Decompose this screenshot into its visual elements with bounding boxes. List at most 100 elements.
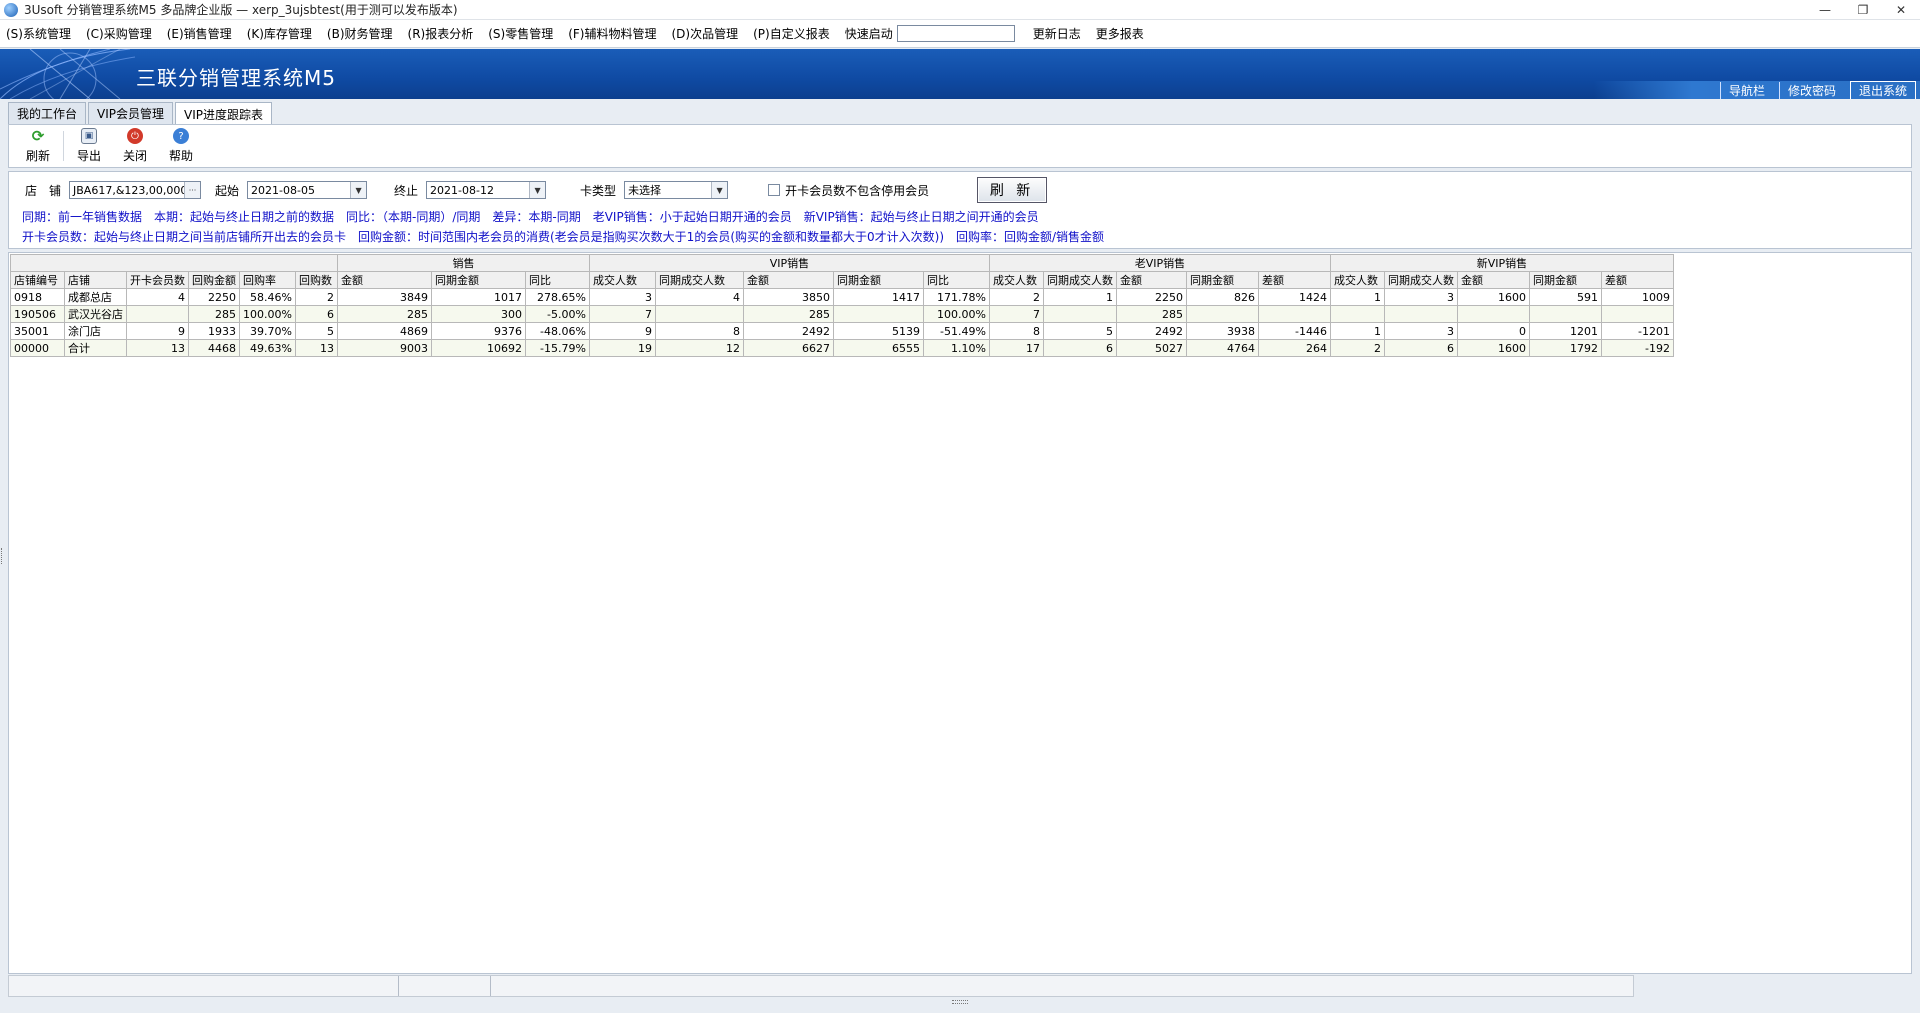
table-cell[interactable]: 4869 xyxy=(336,322,432,340)
table-cell[interactable]: 1201 xyxy=(1528,322,1602,340)
table-row[interactable]: 35001 涂门店 9 1933 39.70% 5 4869 9376 -48.06% 9 8 249… xyxy=(10,322,1674,340)
column-header[interactable]: 金额 xyxy=(336,271,432,289)
table-cell[interactable]: 190506 xyxy=(10,305,65,323)
table-cell[interactable]: 100.00% xyxy=(239,305,296,323)
column-header[interactable]: 金额 xyxy=(1115,271,1187,289)
table-cell[interactable]: 278.65% xyxy=(524,288,590,306)
table-cell[interactable]: 9 xyxy=(588,322,656,340)
table-cell[interactable]: 285 xyxy=(742,305,834,323)
menu-materials[interactable]: (F)辅料物料管理 xyxy=(568,25,656,42)
table-cell[interactable]: 1417 xyxy=(832,288,924,306)
minimize-icon[interactable]: — xyxy=(1806,0,1844,20)
column-header[interactable]: 店铺编号 xyxy=(10,271,65,289)
table-cell[interactable]: 成都总店 xyxy=(64,288,127,306)
table-cell[interactable]: 4 xyxy=(126,288,189,306)
table-cell[interactable]: 10692 xyxy=(430,339,526,357)
logout-link[interactable]: 退出系统 xyxy=(1849,80,1916,99)
menu-finance[interactable]: (B)财务管理 xyxy=(327,25,393,42)
table-cell[interactable]: 7 xyxy=(588,305,656,323)
quick-launch-input[interactable] xyxy=(896,25,1015,42)
table-cell[interactable]: 6 xyxy=(294,305,338,323)
column-header[interactable]: 同比 xyxy=(922,271,990,289)
column-header[interactable]: 同期金额 xyxy=(430,271,526,289)
close-window-icon[interactable]: ✕ xyxy=(1882,0,1920,20)
splitter-grip[interactable] xyxy=(952,1000,968,1004)
menu-purchase[interactable]: (C)采购管理 xyxy=(86,25,152,42)
chevron-down-icon[interactable]: ▼ xyxy=(711,182,728,198)
table-cell[interactable] xyxy=(832,305,924,323)
end-date-field[interactable]: 2021-08-12 ▼ xyxy=(426,181,547,199)
table-cell[interactable]: 39.70% xyxy=(239,322,296,340)
chevron-down-icon[interactable]: ▼ xyxy=(529,182,546,198)
table-cell[interactable]: 2492 xyxy=(1115,322,1187,340)
table-cell[interactable]: 5027 xyxy=(1115,339,1187,357)
tab-vip-management[interactable]: VIP会员管理 xyxy=(88,102,174,124)
store-field[interactable]: JBA617,&123,00,000 ··· xyxy=(69,181,202,199)
table-cell[interactable]: 9003 xyxy=(336,339,432,357)
table-cell[interactable]: -51.49% xyxy=(922,322,990,340)
table-cell[interactable]: -48.06% xyxy=(524,322,590,340)
table-cell[interactable]: 35001 xyxy=(10,322,65,340)
column-header[interactable]: 成交人数 xyxy=(588,271,656,289)
table-cell[interactable]: 19 xyxy=(588,339,656,357)
table-cell[interactable]: 49.63% xyxy=(239,339,296,357)
table-cell[interactable]: 12 xyxy=(654,339,744,357)
table-cell[interactable]: 3938 xyxy=(1185,322,1259,340)
restore-icon[interactable]: ❐ xyxy=(1844,0,1882,20)
table-cell[interactable]: 826 xyxy=(1185,288,1259,306)
table-cell[interactable]: -192 xyxy=(1600,339,1674,357)
change-password-link[interactable]: 修改密码 xyxy=(1778,81,1844,99)
table-cell[interactable]: 5139 xyxy=(832,322,924,340)
column-header[interactable]: 差额 xyxy=(1600,271,1674,289)
column-header[interactable]: 开卡会员数 xyxy=(126,271,189,289)
table-cell[interactable]: 1 xyxy=(1042,288,1117,306)
table-cell[interactable]: 1600 xyxy=(1456,339,1530,357)
table-cell[interactable]: 1017 xyxy=(430,288,526,306)
more-reports-link[interactable]: 更多报表 xyxy=(1096,25,1144,42)
column-header[interactable]: 差额 xyxy=(1257,271,1331,289)
table-cell[interactable] xyxy=(1257,305,1331,323)
table-cell[interactable]: -5.00% xyxy=(524,305,590,323)
table-cell[interactable]: -15.79% xyxy=(524,339,590,357)
table-cell[interactable] xyxy=(1528,305,1602,323)
table-cell[interactable]: 3 xyxy=(1383,322,1458,340)
refresh-toolbar-button[interactable]: ⟳ 刷新 xyxy=(15,127,61,164)
tab-vip-progress[interactable]: VIP进度跟踪表 xyxy=(175,102,273,125)
column-header[interactable]: 同期成交人数 xyxy=(654,271,744,289)
update-log-link[interactable]: 更新日志 xyxy=(1033,25,1081,42)
table-cell[interactable]: 武汉光谷店 xyxy=(64,305,127,323)
table-cell[interactable]: 0 xyxy=(1456,322,1530,340)
table-cell[interactable]: 7 xyxy=(988,305,1044,323)
table-cell[interactable]: 6 xyxy=(1383,339,1458,357)
column-header[interactable]: 同期成交人数 xyxy=(1383,271,1458,289)
table-cell[interactable]: 8 xyxy=(654,322,744,340)
table-row[interactable]: 190506 武汉光谷店 285 100.00% 6 285 300 -5.00% 7 285 10… xyxy=(10,305,1674,323)
column-header[interactable]: 同期成交人数 xyxy=(1042,271,1117,289)
table-cell[interactable]: 6 xyxy=(1042,339,1117,357)
table-cell[interactable] xyxy=(1329,305,1385,323)
table-cell[interactable]: 17 xyxy=(988,339,1044,357)
refresh-query-button[interactable]: 刷 新 xyxy=(977,177,1048,203)
table-cell[interactable]: 2 xyxy=(1329,339,1385,357)
table-cell[interactable]: 1600 xyxy=(1456,288,1530,306)
column-header[interactable]: 同比 xyxy=(524,271,590,289)
tab-workbench[interactable]: 我的工作台 xyxy=(8,102,87,124)
table-cell[interactable]: 3850 xyxy=(742,288,834,306)
table-cell[interactable]: 2 xyxy=(988,288,1044,306)
menu-defects[interactable]: (D)次品管理 xyxy=(672,25,739,42)
column-header[interactable]: 回购数 xyxy=(294,271,338,289)
table-cell[interactable] xyxy=(654,305,744,323)
column-header[interactable]: 成交人数 xyxy=(988,271,1044,289)
table-cell[interactable]: 100.00% xyxy=(922,305,990,323)
table-cell[interactable] xyxy=(1456,305,1530,323)
table-cell[interactable] xyxy=(126,305,189,323)
table-cell[interactable]: 1 xyxy=(1329,322,1385,340)
help-toolbar-button[interactable]: ? 帮助 xyxy=(158,128,204,164)
table-cell[interactable]: 1009 xyxy=(1600,288,1674,306)
table-cell[interactable]: 0918 xyxy=(10,288,65,306)
chevron-down-icon[interactable]: ▼ xyxy=(350,182,367,198)
table-cell[interactable]: 合计 xyxy=(64,339,127,357)
table-cell[interactable]: 2492 xyxy=(742,322,834,340)
column-header[interactable]: 同期金额 xyxy=(1185,271,1259,289)
table-cell[interactable]: 2 xyxy=(294,288,338,306)
